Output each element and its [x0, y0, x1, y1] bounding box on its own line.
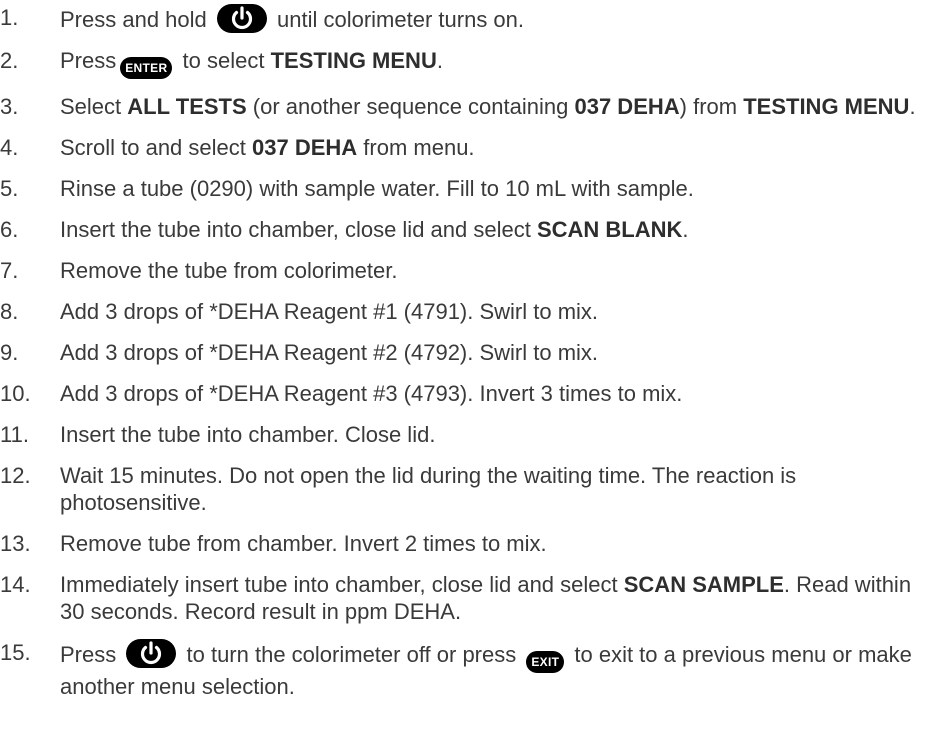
- step-text: Press to turn the colorimeter off or pre…: [60, 639, 921, 700]
- step-number: 8.: [0, 299, 19, 324]
- exit-button-icon: EXIT: [526, 651, 565, 673]
- enter-button-icon: ENTER: [120, 57, 173, 79]
- step-text: Immediately insert tube into chamber, cl…: [60, 572, 912, 624]
- step-number: 14.: [0, 572, 31, 597]
- step-text: Insert the tube into chamber. Close lid.: [60, 422, 436, 447]
- step-number: 15.: [0, 640, 31, 665]
- step-number: 9.: [0, 340, 19, 365]
- step-text: Rinse a tube (0290) with sample water. F…: [60, 176, 694, 201]
- step-number: 10.: [0, 381, 31, 406]
- step-number: 4.: [0, 135, 19, 160]
- step-number: 6.: [0, 217, 19, 242]
- step-number: 2.: [0, 48, 19, 73]
- step-number: 1.: [0, 5, 19, 30]
- step-text: Remove tube from chamber. Invert 2 times…: [60, 531, 547, 556]
- step-number: 12.: [0, 463, 31, 488]
- step-text: Add 3 drops of *DEHA Reagent #2 (4792). …: [60, 340, 599, 365]
- step-number: 13.: [0, 531, 31, 556]
- step-text: Select ALL TESTS (or another sequence co…: [60, 94, 916, 119]
- power-button-icon: [126, 639, 177, 668]
- step-text: Press ENTER to select TESTING MENU.: [60, 47, 921, 79]
- step-text: Remove the tube from colorimeter.: [60, 258, 398, 283]
- step-text: Add 3 drops of *DEHA Reagent #3 (4793). …: [60, 381, 683, 406]
- step-number: 7.: [0, 258, 19, 283]
- step-number: 5.: [0, 176, 19, 201]
- step-number: 3.: [0, 94, 19, 119]
- step-text: Wait 15 minutes. Do not open the lid dur…: [60, 463, 797, 515]
- step-text: Insert the tube into chamber, close lid …: [60, 217, 689, 242]
- power-button-icon: [216, 4, 267, 33]
- step-number: 11.: [0, 422, 29, 447]
- step-text: Press and hold until colorimeter turns o…: [60, 4, 921, 33]
- step-text: Add 3 drops of *DEHA Reagent #1 (4791). …: [60, 299, 599, 324]
- step-text: Scroll to and select 037 DEHA from menu.: [60, 135, 475, 160]
